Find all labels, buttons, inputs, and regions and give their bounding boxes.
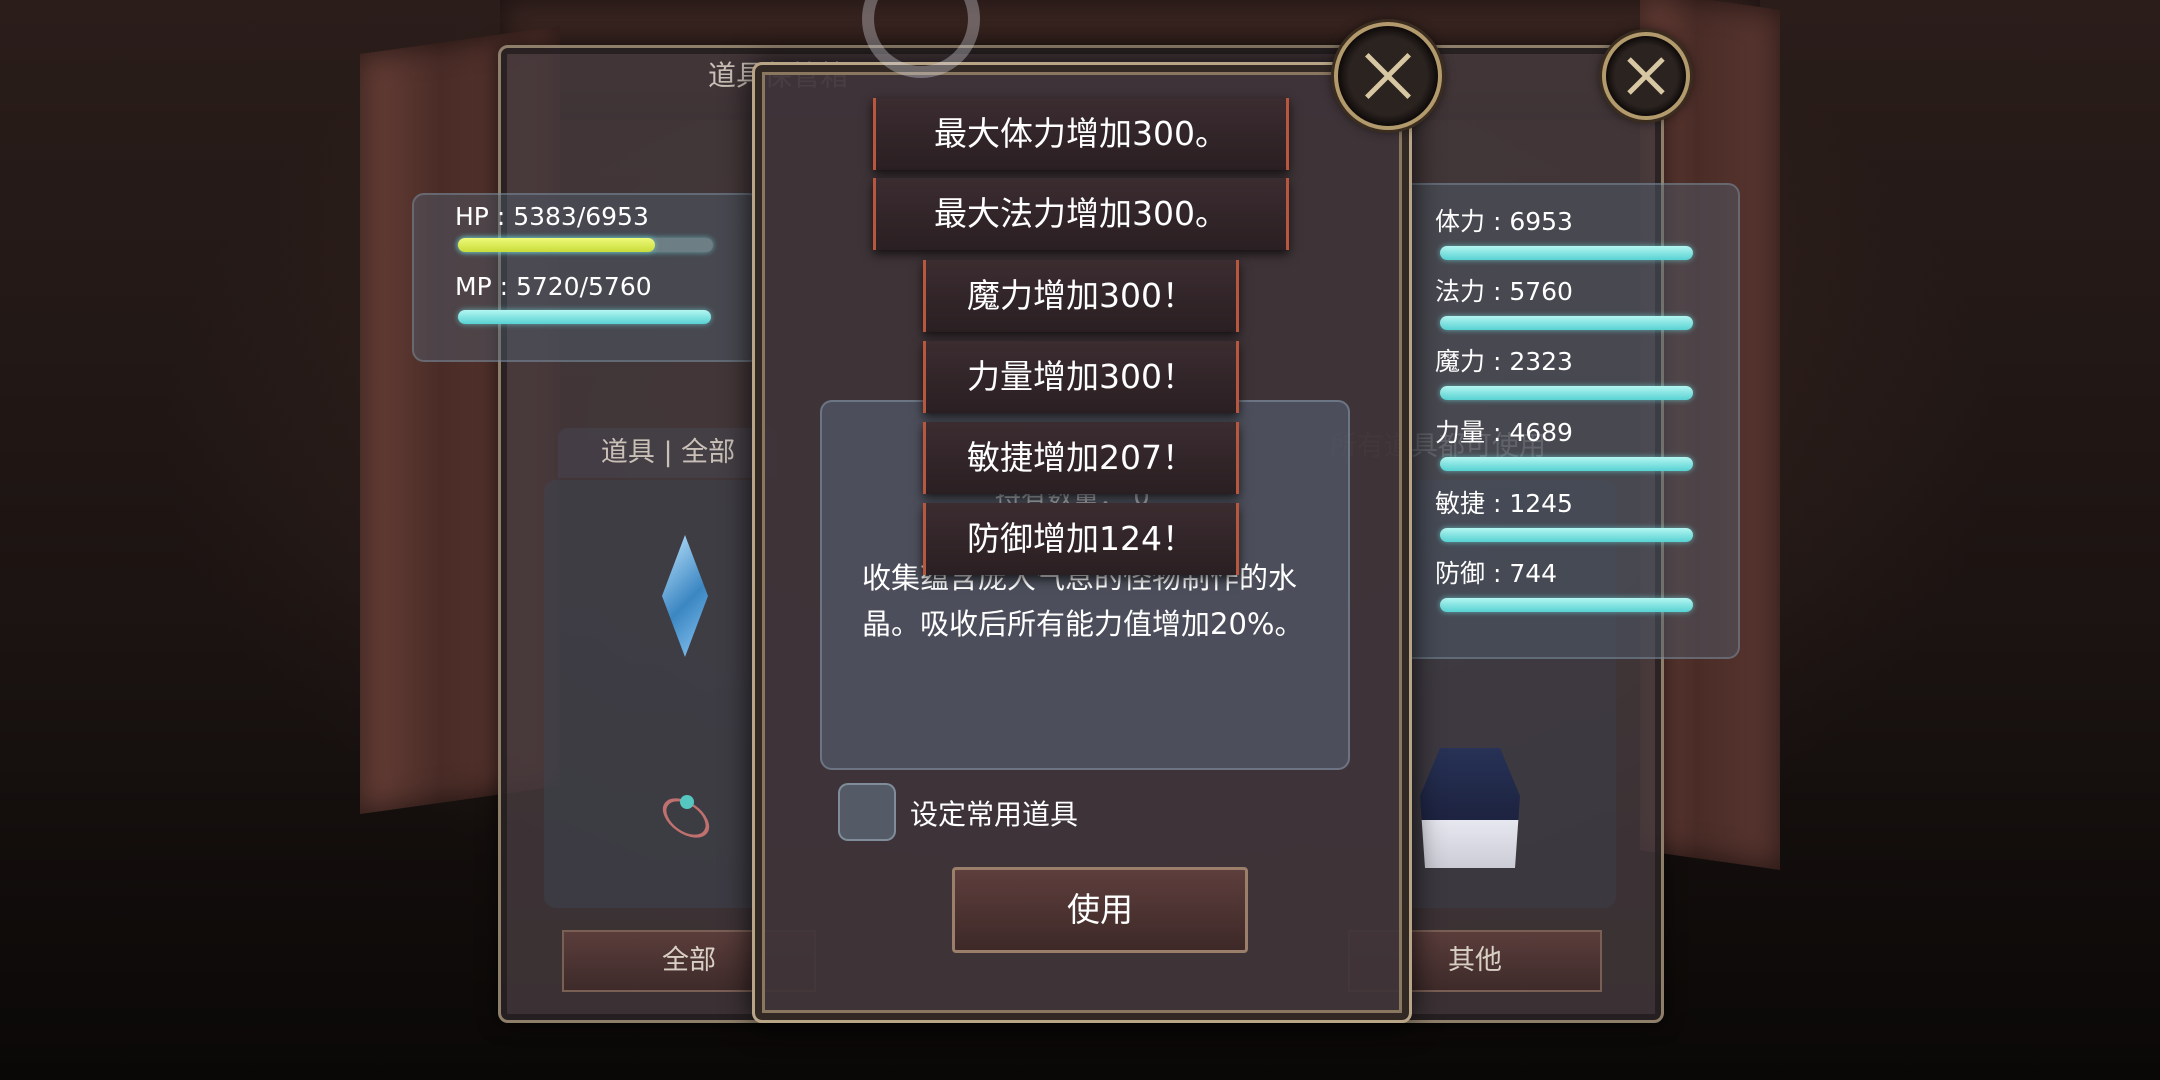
close-icon — [1622, 52, 1670, 100]
ring-gem-icon — [680, 795, 694, 809]
attr-mana: 法力 : 5760 — [1435, 277, 1573, 306]
attr-magic: 魔力 : 2323 — [1435, 347, 1573, 376]
attr-agility: 敏捷 : 1245 — [1435, 489, 1573, 518]
favorite-item-label: 设定常用道具 — [910, 798, 1079, 831]
mp-label: MP : 5720/5760 — [455, 272, 652, 301]
popup-max-mp: 最大法力增加300。 — [873, 178, 1289, 250]
item-category-tab[interactable]: 道具 | 全部 — [558, 428, 778, 478]
item-grid — [544, 480, 764, 908]
attr-defense-bar — [1440, 598, 1693, 612]
attr-stamina-bar — [1440, 246, 1693, 260]
popup-defense: 防御增加124！ — [923, 503, 1239, 575]
close-icon — [1358, 46, 1418, 106]
attr-stamina: 体力 : 6953 — [1435, 207, 1573, 236]
attr-agility-bar — [1440, 528, 1693, 542]
popup-agility: 敏捷增加207！ — [923, 422, 1239, 494]
use-button[interactable]: 使用 — [952, 867, 1248, 953]
attr-defense: 防御 : 744 — [1435, 559, 1558, 588]
armor-item-icon[interactable] — [1420, 748, 1520, 868]
attr-magic-bar — [1440, 386, 1693, 400]
hp-bar-fill — [458, 238, 655, 252]
attr-strength-bar — [1440, 457, 1693, 471]
storage-close-button[interactable] — [1602, 32, 1690, 120]
attr-mana-bar — [1440, 316, 1693, 330]
popup-max-hp: 最大体力增加300。 — [873, 98, 1289, 170]
favorite-item-checkbox[interactable] — [838, 783, 896, 841]
mp-bar-fill — [458, 310, 711, 324]
attr-strength: 力量 : 4689 — [1435, 418, 1573, 447]
popup-strength: 力量增加300！ — [923, 341, 1239, 413]
hp-label: HP : 5383/6953 — [455, 202, 649, 231]
dialog-close-button[interactable] — [1334, 22, 1442, 130]
popup-magic: 魔力增加300！ — [923, 260, 1239, 332]
